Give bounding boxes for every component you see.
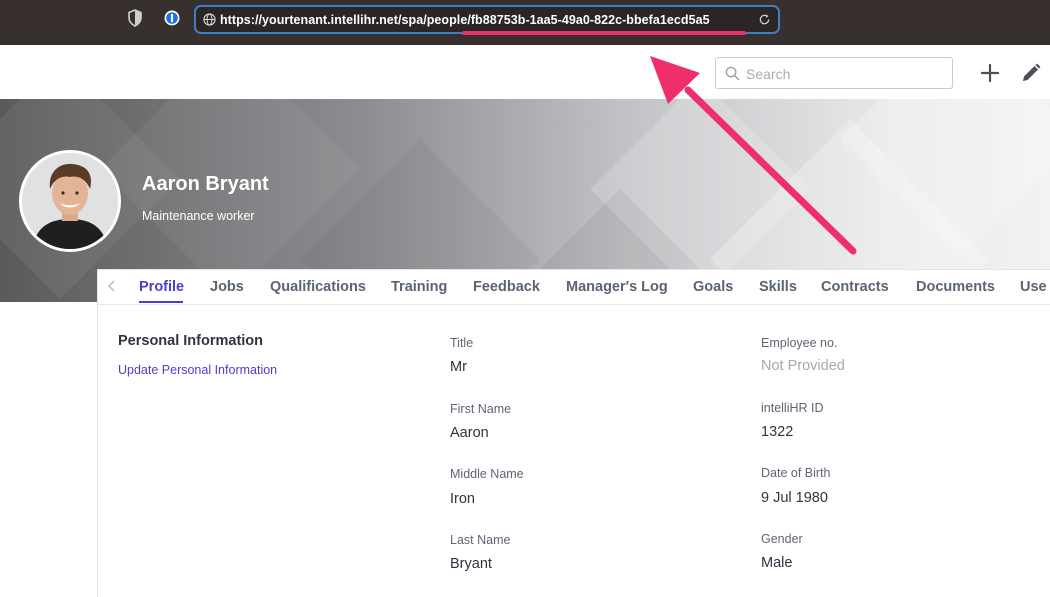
edit-pencil-icon[interactable] — [1020, 62, 1042, 84]
field-label-employee-no: Employee no. — [761, 336, 838, 350]
url-rest: .intellihr.net/spa/people/fb88753b-1aa5-… — [327, 13, 710, 27]
field-value-gender: Male — [761, 555, 793, 571]
add-icon[interactable] — [979, 62, 1001, 84]
field-value-first-name: Aaron — [450, 425, 489, 441]
address-bar[interactable]: https://yourtenant.intellihr.net/spa/peo… — [194, 5, 780, 34]
browser-toolbar: https://yourtenant.intellihr.net/spa/peo… — [0, 0, 1050, 45]
tab-contracts[interactable]: Contracts — [821, 279, 889, 295]
chevron-left-icon[interactable] — [106, 278, 118, 294]
update-personal-info-link[interactable]: Update Personal Information — [118, 363, 277, 377]
profile-card: Profile Jobs Qualifications Training Fee… — [97, 269, 1050, 597]
section-title: Personal Information — [118, 333, 264, 349]
field-value-middle-name: Iron — [450, 491, 475, 507]
field-label-title: Title — [450, 336, 474, 350]
tab-documents[interactable]: Documents — [916, 279, 995, 295]
field-label-last-name: Last Name — [450, 533, 511, 547]
field-value-intellihr-id: 1322 — [761, 424, 794, 440]
tab-managers-log[interactable]: Manager's Log — [566, 279, 668, 295]
field-value-title: Mr — [450, 359, 467, 375]
url-highlight-underline — [462, 31, 746, 35]
avatar — [19, 150, 121, 252]
field-value-last-name: Bryant — [450, 556, 492, 572]
person-job-title: Maintenance worker — [142, 209, 255, 223]
field-label-intellihr-id: intelliHR ID — [761, 401, 824, 415]
url-text[interactable]: https://yourtenant.intellihr.net/spa/peo… — [220, 13, 710, 27]
tab-profile[interactable]: Profile — [139, 279, 184, 295]
search-box[interactable] — [715, 57, 953, 89]
field-label-first-name: First Name — [450, 402, 512, 416]
url-prefix: https://yourtenant — [220, 13, 328, 27]
password-manager-icon[interactable] — [163, 9, 181, 27]
reload-icon[interactable] — [758, 13, 771, 26]
globe-icon — [203, 13, 216, 26]
tab-feedback[interactable]: Feedback — [473, 279, 540, 295]
tab-goals[interactable]: Goals — [693, 279, 733, 295]
field-value-employee-no: Not Provided — [761, 358, 845, 374]
tab-use[interactable]: Use — [1020, 279, 1047, 295]
active-tab-indicator — [139, 301, 183, 303]
person-name: Aaron Bryant — [142, 173, 269, 195]
person-photo — [22, 153, 118, 249]
field-label-middle-name: Middle Name — [450, 467, 524, 481]
field-label-gender: Gender — [761, 532, 803, 546]
field-value-date-of-birth: 9 Jul 1980 — [761, 490, 828, 506]
tab-qualifications[interactable]: Qualifications — [270, 279, 366, 295]
field-label-date-of-birth: Date of Birth — [761, 466, 831, 480]
tab-jobs[interactable]: Jobs — [210, 279, 244, 295]
shield-icon[interactable] — [126, 9, 144, 27]
tab-skills[interactable]: Skills — [759, 279, 797, 295]
search-input[interactable] — [746, 63, 946, 85]
profile-tabs: Profile Jobs Qualifications Training Fee… — [98, 270, 1050, 305]
search-icon — [725, 66, 740, 81]
tab-training[interactable]: Training — [391, 279, 447, 295]
